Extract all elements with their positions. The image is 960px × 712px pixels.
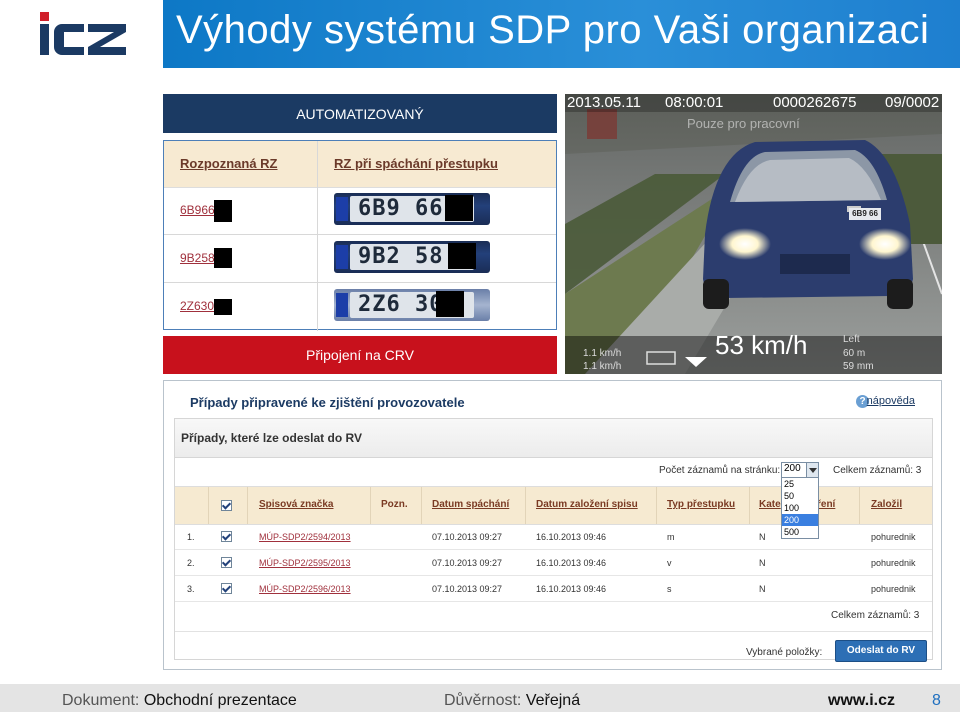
col-category[interactable]: Kate — [759, 499, 781, 510]
col-processing[interactable]: ření — [817, 499, 835, 510]
car-plate: 6B9 66 — [849, 208, 881, 220]
page-size-select[interactable]: 200 — [781, 462, 819, 478]
case-link[interactable]: MÚP-SDP2/2595/2013 — [259, 558, 351, 568]
redaction-block — [214, 200, 232, 222]
help-link[interactable]: nápověda — [867, 395, 915, 407]
dropdown-option[interactable]: 500 — [782, 526, 818, 538]
table-row[interactable]: 3. MÚP-SDP2/2596/2013 07.10.2013 09:27 1… — [175, 576, 932, 602]
col-case-number[interactable]: Spisová značka — [259, 499, 333, 510]
page-number: 8 — [932, 692, 941, 709]
send-to-rv-button[interactable]: Odeslat do RV — [835, 640, 927, 662]
slide-title: Výhody systému SDP pro Vaši organizaci — [176, 8, 930, 52]
redaction-block — [445, 195, 473, 221]
speed-limit-2: 1.1 km/h — [583, 361, 622, 372]
total-records-top: Celkem záznamů: 3 — [833, 465, 922, 476]
footer: Dokument: Obchodní prezentace Důvěrnost:… — [0, 684, 960, 712]
chevron-down-icon[interactable] — [806, 463, 818, 477]
recognized-plate-link[interactable]: 2Z630 — [180, 299, 214, 313]
selected-items-label: Vybrané položky: — [746, 647, 823, 658]
redaction-block — [214, 248, 232, 268]
recognized-plate-link[interactable]: 6B966 — [180, 203, 215, 217]
photo-watermark: Pouze pro pracovní — [687, 116, 800, 131]
photo-record-id: 0000262675 — [773, 94, 857, 111]
speed-limit-1: 1.1 km/h — [583, 348, 622, 359]
plate-row: 9B258 9B2 58 — [164, 235, 556, 283]
photo-time: 08:00:01 — [665, 94, 724, 111]
app-window: Případy připravené ke zjištění provozova… — [163, 380, 942, 670]
plate-image: 2Z6 30 — [334, 289, 490, 321]
table-row[interactable]: 2. MÚP-SDP2/2595/2013 07.10.2013 09:27 1… — [175, 550, 932, 576]
col-date-committed[interactable]: Datum spáchání — [432, 499, 509, 510]
lane-label: Left — [843, 334, 860, 345]
automated-banner: AUTOMATIZOVANÝ — [163, 94, 557, 133]
redaction-block — [436, 291, 464, 317]
recognized-plate-link[interactable]: 9B258 — [180, 251, 215, 265]
dropdown-option[interactable]: 100 — [782, 502, 818, 514]
row-checkbox[interactable] — [221, 583, 232, 594]
measured-speed: 53 km/h — [715, 330, 808, 360]
plate-recognition-table: Rozpoznaná RZ RZ při spáchání přestupku … — [163, 140, 557, 331]
cases-panel: Případy, které lze odeslat do RV Počet z… — [174, 418, 933, 662]
speed-camera-photo: 6B9 66 2013.05.11 08:00:01 0000262675 09… — [565, 94, 942, 374]
panel-header: Případy, které lze odeslat do RV — [175, 419, 932, 458]
crv-connection-banner: Připojení na CRV — [163, 336, 557, 374]
plate-table-header: Rozpoznaná RZ RZ při spáchání přestupku — [164, 141, 556, 331]
focal-label: 59 mm — [843, 361, 874, 372]
photo-date: 2013.05.11 — [567, 94, 641, 111]
row-checkbox[interactable] — [221, 531, 232, 542]
header-plate-at-offence: RZ při spáchání přestupku — [334, 156, 498, 171]
case-link[interactable]: MÚP-SDP2/2594/2013 — [259, 532, 351, 542]
header-recognized-plate: Rozpoznaná RZ — [180, 156, 278, 171]
col-note: Pozn. — [381, 499, 408, 510]
app-title: Případy připravené ke zjištění provozova… — [190, 395, 465, 410]
select-all-checkbox[interactable] — [221, 500, 232, 511]
footer-website: www.i.cz — [828, 692, 895, 709]
dropdown-option[interactable]: 25 — [782, 478, 818, 490]
dropdown-option[interactable]: 50 — [782, 490, 818, 502]
redaction-block — [214, 299, 232, 315]
total-records-bottom: Celkem záznamů: 3 — [831, 610, 920, 621]
plate-row: 6B966 6B9 66 — [164, 187, 556, 235]
footer-document: Dokument: Obchodní prezentace — [62, 692, 297, 709]
distance-label: 60 m — [843, 348, 866, 359]
page-size-label: Počet záznamů na stránku: — [659, 465, 781, 476]
icz-logo — [40, 12, 128, 58]
panel-title: Případy, které lze odeslat do RV — [181, 431, 362, 445]
page-size-dropdown[interactable]: 25 50 100 200 500 — [781, 477, 819, 539]
col-created-by[interactable]: Založil — [871, 499, 902, 510]
plate-row: 2Z630 2Z6 30 — [164, 283, 556, 330]
dropdown-option-selected[interactable]: 200 — [782, 514, 818, 526]
row-checkbox[interactable] — [221, 557, 232, 568]
case-link[interactable]: MÚP-SDP2/2596/2013 — [259, 584, 351, 594]
col-date-created[interactable]: Datum založení spisu — [536, 499, 638, 510]
col-offence-type[interactable]: Typ přestupku — [667, 499, 735, 510]
footer-confidentiality: Důvěrnost: Veřejná — [444, 692, 581, 709]
photo-frame: 09/0002 — [885, 94, 940, 111]
redaction-block — [448, 243, 476, 269]
